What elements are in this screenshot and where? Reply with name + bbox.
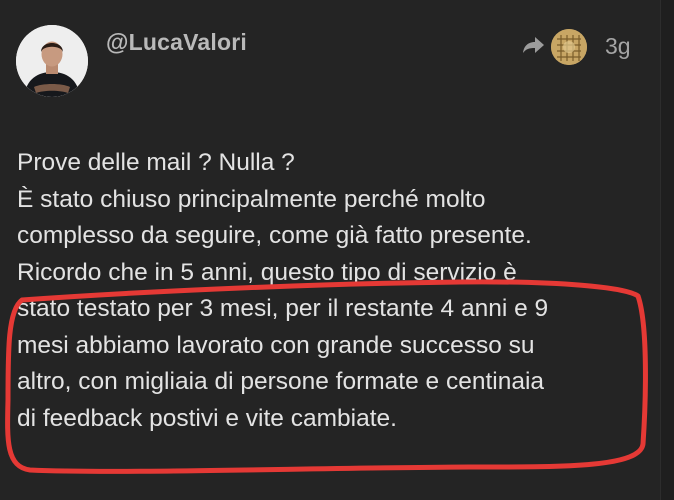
post-line: complesso da seguire, come già fatto pre…	[17, 222, 532, 249]
avatar[interactable]	[16, 25, 88, 97]
post-line: stato testato per 3 mesi, per il restant…	[17, 295, 549, 322]
post-line: altro, con migliaia di persone formate e…	[17, 368, 545, 395]
post-line: Prove delle mail ? Nulla ?	[17, 149, 295, 176]
post-line: Ricordo che in 5 anni, questo tipo di se…	[17, 258, 517, 286]
reader-avatar-image	[551, 29, 587, 65]
post-line: di feedback postivi e vite cambiate.	[17, 404, 397, 432]
avatar-photo	[16, 25, 88, 97]
post-card: @LucaValori 3g Prove delle mail ? Nulla …	[0, 0, 661, 500]
share-arrow-glyph	[523, 37, 544, 53]
post-line: mesi abbiamo lavorato con grande success…	[17, 331, 535, 359]
post-timestamp: 3g	[605, 33, 631, 59]
post-line: È stato chiuso principalmente perché mol…	[17, 185, 486, 213]
share-arrow-icon[interactable]	[520, 33, 546, 59]
post-body: Prove delle mail ? Nulla ? È stato chius…	[17, 145, 657, 437]
username[interactable]: @LucaValori	[106, 28, 247, 56]
reader-avatar[interactable]	[551, 29, 587, 65]
